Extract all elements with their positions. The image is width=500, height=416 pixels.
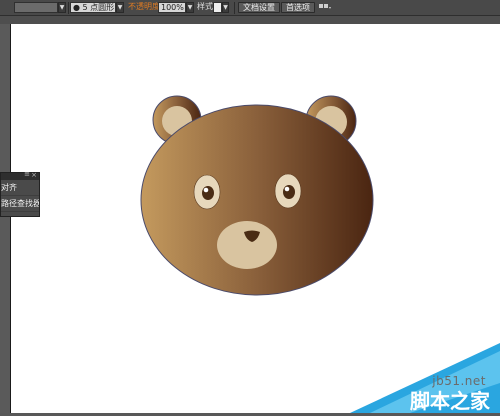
close-icon[interactable]: × [31,171,37,179]
align-pathfinder-panel: ≡ × 对齐 路径查找器 [0,170,40,217]
tools-rail [0,24,10,413]
left-eye[interactable] [193,174,221,210]
control-bar: ▼ ● 5 点圆形 ▼ 不透明度 100% ▼ 样式 ▼ 文档设置 首选项 [0,0,500,16]
style-dropdown-button[interactable]: ▼ [222,2,229,13]
brush-dropdown-button[interactable]: ▼ [116,2,124,13]
opacity-label[interactable]: 不透明度 [128,2,160,13]
watermark-name: 脚本之家 [410,389,490,413]
style-label: 样式 [197,2,213,11]
stroke-weight-field[interactable] [14,2,58,13]
brush-bullet-icon: ● [73,3,80,12]
arrange-documents-icon[interactable] [318,2,332,13]
stroke-dropdown-button[interactable]: ▼ [58,2,66,13]
graphic-style-swatch[interactable] [213,2,222,13]
separator [68,2,69,14]
opacity-field[interactable]: 100% [158,2,186,13]
brush-value: 5 点圆形 [82,3,115,12]
panel-item-align[interactable]: 对齐 [1,180,39,196]
right-eye[interactable] [274,173,302,209]
panel-header[interactable]: ≡ × [1,170,39,180]
panel-menu-icon[interactable]: ≡ [24,170,30,178]
preferences-button[interactable]: 首选项 [281,2,315,13]
panel-item-pathfinder[interactable]: 路径查找器 [1,196,39,212]
brush-definition-field[interactable]: ● 5 点圆形 [70,2,116,13]
document-setup-button[interactable]: 文档设置 [238,2,280,13]
bear-muzzle[interactable] [217,221,277,269]
document-tab-strip [0,16,500,24]
opacity-dropdown-button[interactable]: ▼ [186,2,194,13]
separator [234,2,235,14]
